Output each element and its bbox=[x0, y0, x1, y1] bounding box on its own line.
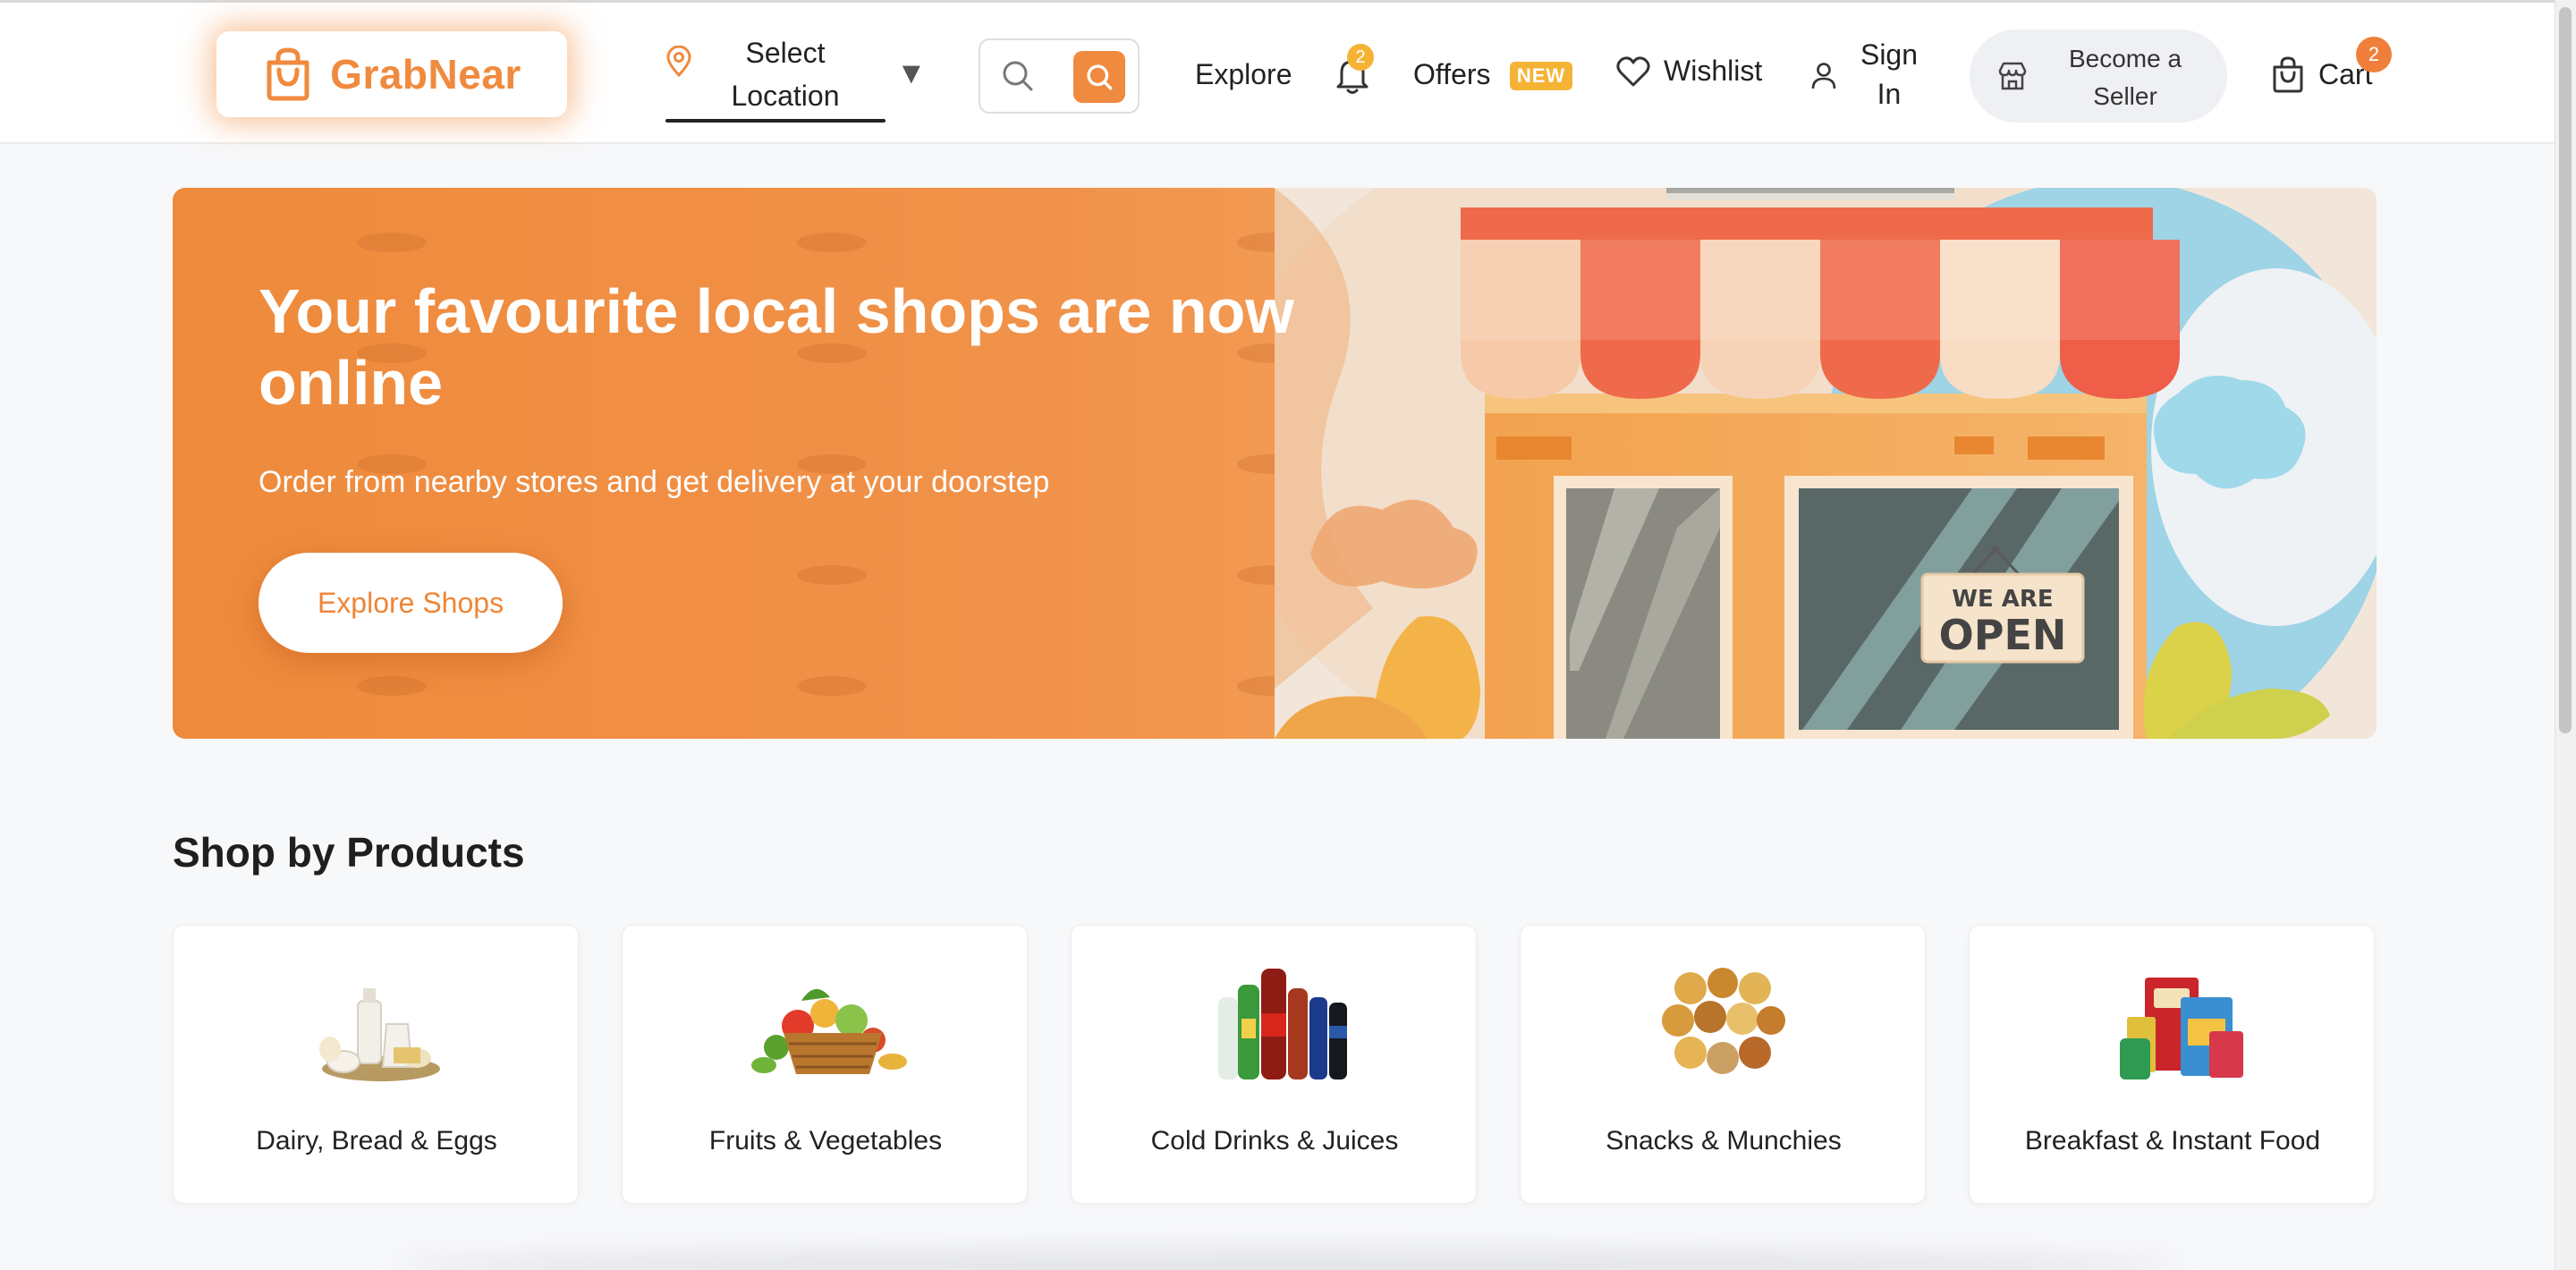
breakfast-packs-image bbox=[2120, 978, 2243, 1080]
category-card-drinks[interactable]: Cold Drinks & Juices bbox=[1071, 925, 1477, 1204]
brand-name: GrabNear bbox=[330, 51, 521, 97]
category-label: Dairy, Bread & Eggs bbox=[256, 1126, 497, 1156]
category-card-fruits[interactable]: Fruits & Vegetables bbox=[622, 925, 1028, 1204]
products-section-title: Shop by Products bbox=[173, 829, 525, 876]
category-card-snacks[interactable]: Snacks & Munchies bbox=[1520, 925, 1926, 1204]
cart-button[interactable]: Cart 2 bbox=[2270, 37, 2392, 94]
category-label: Fruits & Vegetables bbox=[708, 1126, 943, 1156]
storefront-illustration: WE ARE OPEN bbox=[1275, 188, 2377, 739]
location-pin-icon bbox=[666, 46, 691, 78]
nav-offers[interactable]: Offers bbox=[1413, 58, 1491, 91]
nav-wishlist[interactable]: Wishlist bbox=[1615, 55, 1762, 88]
product-category-list: Dairy, Bread & Eggs Fruits & Vegetables bbox=[173, 925, 2377, 1204]
search-icon bbox=[1087, 64, 1113, 90]
category-label: Cold Drinks & Juices bbox=[1150, 1126, 1399, 1156]
category-label: Snacks & Munchies bbox=[1606, 1126, 1842, 1156]
user-icon bbox=[1811, 63, 1836, 89]
sign-line-1: WE ARE bbox=[1952, 586, 2053, 613]
store-icon bbox=[1998, 62, 2027, 90]
site-header: GrabNear Select Location ▼ Explore 2 Off… bbox=[0, 3, 2555, 144]
heart-icon bbox=[1616, 55, 1650, 86]
hero-banner: WE ARE OPEN Your favourite local shops a… bbox=[173, 188, 2377, 739]
brand-logo[interactable]: GrabNear bbox=[216, 31, 567, 117]
location-selector[interactable]: Select Location ▼ bbox=[665, 26, 927, 123]
become-seller-button[interactable]: Become a Seller bbox=[1970, 30, 2227, 123]
become-seller-label: Become a Seller bbox=[2068, 45, 2182, 110]
sign-in-link[interactable]: Sign In bbox=[1853, 35, 1925, 114]
category-card-dairy[interactable]: Dairy, Bread & Eggs bbox=[173, 925, 579, 1204]
notifications-count-badge: 2 bbox=[1347, 44, 1374, 71]
offers-new-badge: NEW bbox=[1510, 62, 1572, 90]
soft-drink-bottles-image bbox=[1218, 969, 1347, 1080]
shopping-bag-icon bbox=[2273, 56, 2303, 93]
search-box[interactable] bbox=[979, 38, 1140, 114]
search-button[interactable] bbox=[1073, 51, 1125, 103]
page-scrollbar[interactable] bbox=[2555, 0, 2576, 1270]
search-icon bbox=[1003, 61, 1033, 91]
scrollbar-thumb[interactable] bbox=[2559, 7, 2572, 733]
cart-count-badge: 2 bbox=[2356, 37, 2392, 72]
sign-line-2: OPEN bbox=[1939, 611, 2067, 659]
snack-bowls-image bbox=[1662, 968, 1785, 1074]
location-underline bbox=[665, 119, 886, 123]
notifications-button[interactable]: 2 bbox=[1333, 44, 1374, 96]
wishlist-label: Wishlist bbox=[1664, 55, 1763, 87]
dairy-products-image bbox=[319, 988, 440, 1081]
category-label: Breakfast & Instant Food bbox=[2024, 1126, 2321, 1156]
nav-explore[interactable]: Explore bbox=[1195, 58, 1292, 91]
category-card-breakfast[interactable]: Breakfast & Instant Food bbox=[1969, 925, 2375, 1204]
next-section-shadow bbox=[394, 1249, 2182, 1270]
explore-shops-button[interactable]: Explore Shops bbox=[258, 553, 563, 653]
fruit-basket-image bbox=[751, 988, 907, 1074]
hero-title: Your favourite local shops are now onlin… bbox=[258, 276, 1294, 418]
shopping-bag-icon bbox=[267, 47, 309, 101]
chevron-down-icon: ▼ bbox=[896, 56, 927, 90]
hero-subtitle: Order from nearby stores and get deliver… bbox=[258, 465, 1050, 499]
location-label: Select Location bbox=[731, 37, 840, 112]
